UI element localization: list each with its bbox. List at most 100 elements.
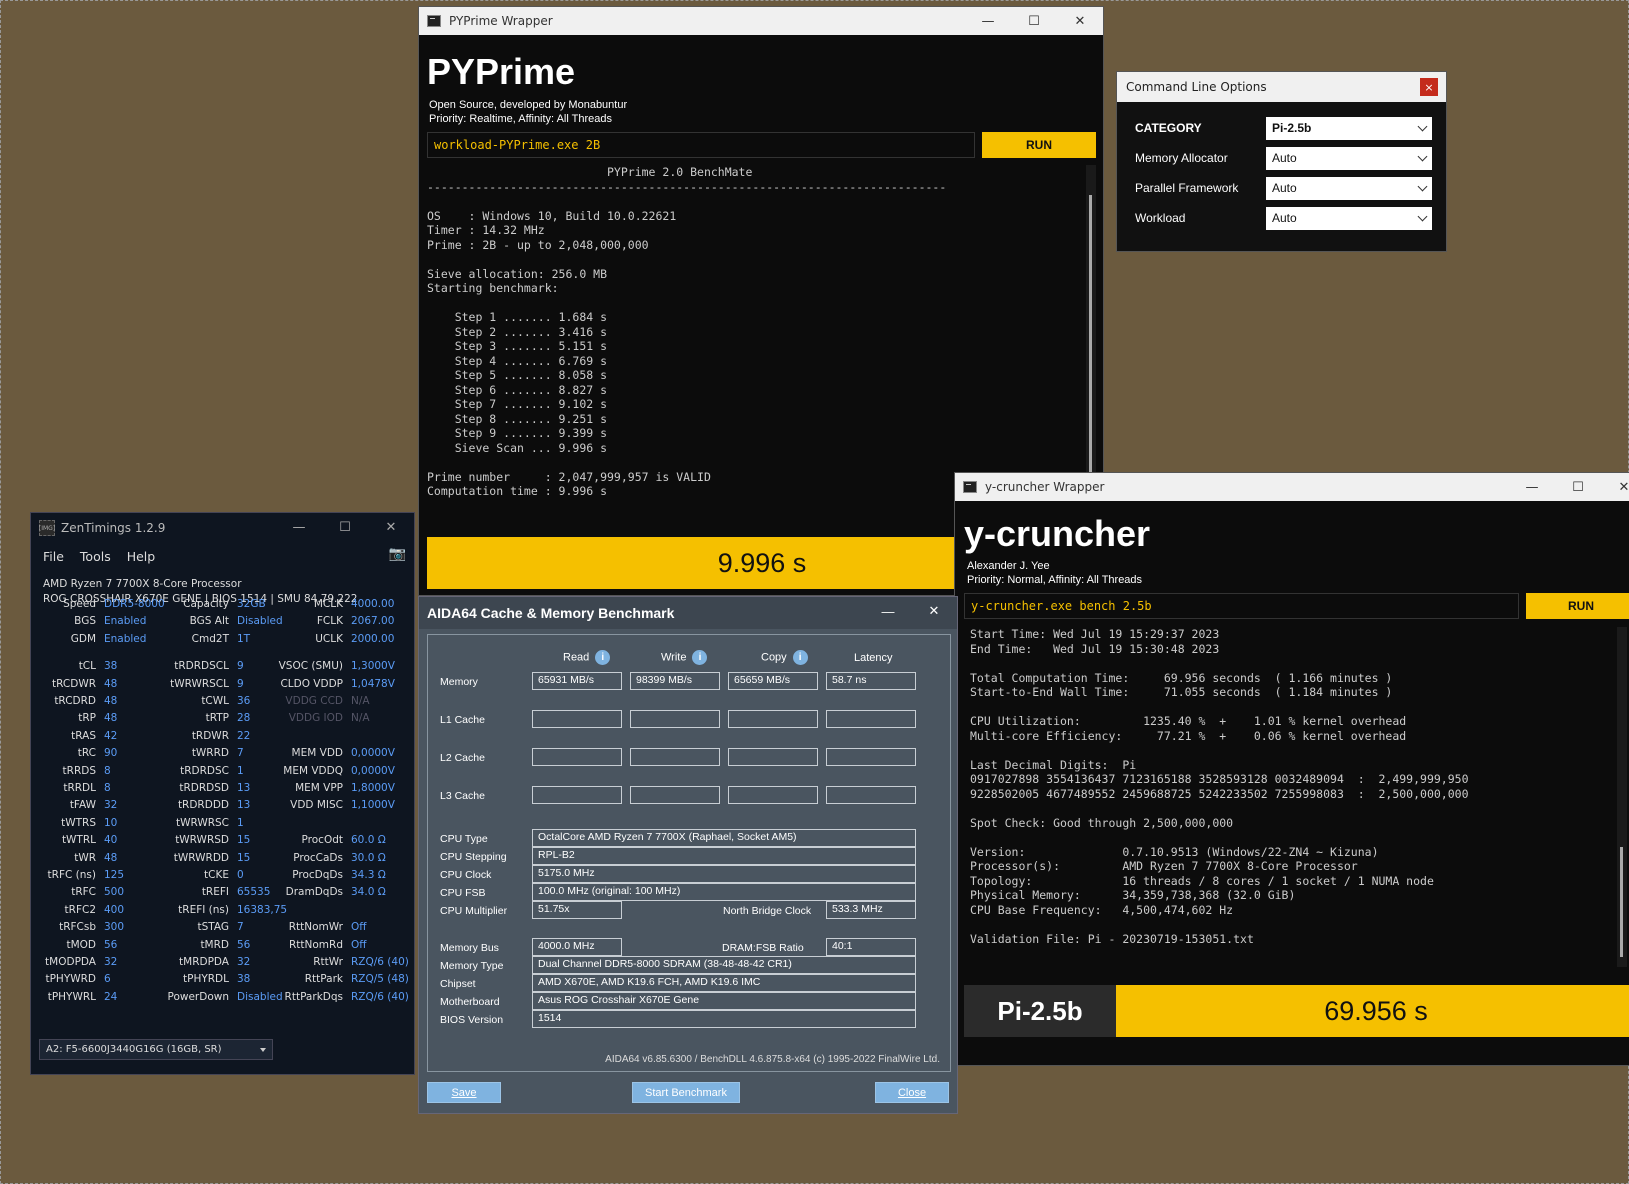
- header-copy: Copy i: [761, 650, 808, 665]
- timing-label: FCLK: [316, 615, 343, 628]
- timing-row: RttWr RZQ/6 (40): [275, 953, 409, 971]
- camera-icon[interactable]: 📷: [389, 546, 406, 562]
- workload-select[interactable]: Auto: [1266, 206, 1432, 230]
- info-icon[interactable]: i: [595, 650, 611, 665]
- timing-label: tWRWRSC: [175, 816, 229, 829]
- options-title: Command Line Options: [1126, 80, 1267, 94]
- timing-row: tWRWRDD 15: [159, 849, 251, 867]
- timing-label: GDM: [70, 632, 96, 645]
- parallel-framework-select[interactable]: Auto: [1266, 176, 1432, 200]
- menu-tools[interactable]: Tools: [80, 549, 111, 564]
- minimize-button[interactable]: —: [865, 597, 911, 625]
- timing-label: tWRWRSD: [175, 834, 229, 847]
- timing-value: 42: [104, 729, 118, 742]
- label-cpu-clock: CPU Clock: [440, 869, 492, 881]
- zentimings-titlebar[interactable]: [IMG] ZenTimings 1.2.9 — ☐ ✕: [31, 513, 414, 543]
- timing-value: 48: [104, 695, 118, 707]
- close-button[interactable]: ✕: [911, 597, 957, 625]
- timing-value: 36: [237, 695, 251, 707]
- memory-allocator-select[interactable]: Auto: [1266, 146, 1432, 170]
- dimm-value: A2: F5-6600J3440G16G (16GB, SR): [46, 1044, 222, 1055]
- category-select[interactable]: Pi-2.5b: [1266, 116, 1432, 140]
- ycruncher-titlebar[interactable]: y-cruncher Wrapper — ☐ ✕: [955, 473, 1629, 501]
- timing-value: Off: [351, 938, 367, 951]
- timing-row: FCLK 2067.00: [275, 612, 395, 630]
- options-titlebar[interactable]: Command Line Options ×: [1117, 72, 1446, 102]
- maximize-button[interactable]: ☐: [1555, 473, 1601, 501]
- timing-row: tWRWRSC 1: [159, 814, 244, 832]
- timing-label: tRRDL: [63, 782, 96, 794]
- value-bios-version: 1514: [532, 1010, 916, 1028]
- menu-bar: File Tools Help: [43, 549, 155, 564]
- timing-value: 8: [104, 764, 111, 777]
- subtitle-priority: Priority: Realtime, Affinity: All Thread…: [429, 113, 612, 125]
- scrollbar[interactable]: [1086, 165, 1096, 525]
- timing-label: Capacity: [183, 598, 229, 610]
- timing-row: tRDRDSD 13: [159, 779, 250, 797]
- timing-row: tRP 48: [39, 709, 117, 727]
- dimm-select[interactable]: A2: F5-6600J3440G16G (16GB, SR): [39, 1039, 273, 1060]
- timing-value: RZQ/6 (40): [351, 990, 409, 1003]
- run-button[interactable]: RUN: [982, 132, 1096, 158]
- aida64-titlebar[interactable]: AIDA64 Cache & Memory Benchmark — ✕: [419, 597, 957, 629]
- close-button[interactable]: ✕: [1057, 7, 1103, 35]
- timing-row: tCL 38: [39, 657, 118, 675]
- option-label: Workload: [1135, 211, 1186, 225]
- minimize-button[interactable]: —: [1509, 473, 1555, 501]
- label-bios-version: BIOS Version: [440, 1014, 504, 1026]
- timing-value: 1,1000V: [351, 799, 395, 812]
- timing-label: MEM VPP: [295, 782, 343, 794]
- timing-row: VSOC (SMU) 1,3000V: [275, 657, 395, 675]
- benchmark-value: [826, 748, 916, 766]
- terminal-line: Step 5 ....... 8.058 s: [427, 368, 608, 382]
- scrollbar[interactable]: [1617, 627, 1627, 967]
- timing-row: tRAS 42: [39, 727, 117, 745]
- close-button[interactable]: ×: [1420, 78, 1438, 96]
- save-button[interactable]: Save: [427, 1082, 501, 1103]
- info-icon[interactable]: i: [792, 650, 808, 665]
- timing-value: DDR5-8000: [104, 598, 165, 610]
- output-terminal: PYPrime 2.0 BenchMate -------------------…: [419, 165, 1085, 525]
- close-button[interactable]: ✕: [368, 513, 414, 541]
- timing-label: VDDG CCD: [285, 695, 343, 707]
- timing-label: DramDqDs: [285, 886, 343, 899]
- minimize-button[interactable]: —: [965, 7, 1011, 35]
- timing-value: 7: [237, 747, 244, 760]
- value-memory-bus: 4000.0 MHz: [532, 938, 622, 956]
- close-button[interactable]: ✕: [1601, 473, 1629, 501]
- timing-label: ProcDqDs: [292, 869, 343, 881]
- menu-file[interactable]: File: [43, 549, 64, 564]
- timing-row: tPHYWRD 6: [39, 970, 110, 988]
- close-button[interactable]: Close: [875, 1082, 949, 1103]
- maximize-button[interactable]: ☐: [322, 513, 368, 541]
- value-cpu-multiplier: 51.75x: [532, 901, 622, 919]
- pyprime-titlebar[interactable]: PYPrime Wrapper — ☐ ✕: [419, 7, 1103, 35]
- start-benchmark-button[interactable]: Start Benchmark: [632, 1082, 740, 1103]
- timing-label: Speed: [63, 598, 96, 610]
- timing-value: 56: [104, 938, 118, 951]
- timing-label: tMRD: [200, 938, 229, 951]
- timing-row: tMRDPDA 32: [159, 953, 250, 971]
- result-category: Pi-2.5b: [964, 985, 1116, 1037]
- command-input[interactable]: y-cruncher.exe bench 2.5b: [964, 593, 1519, 619]
- timing-value: 400: [104, 903, 125, 916]
- minimize-button[interactable]: —: [276, 513, 322, 541]
- timing-row: tPHYWRL 24: [39, 988, 118, 1006]
- timing-row: tREFI (ns) 16383,75: [159, 901, 287, 919]
- terminal-line: Sieve Scan ... 9.996 s: [427, 440, 608, 455]
- maximize-button[interactable]: ☐: [1011, 7, 1057, 35]
- info-icon[interactable]: i: [692, 650, 708, 665]
- command-input[interactable]: workload-PYPrime.exe 2B: [427, 132, 975, 158]
- timing-label: ProcCaDs: [293, 851, 343, 864]
- timing-value: 15: [237, 834, 251, 847]
- run-button[interactable]: RUN: [1526, 593, 1629, 619]
- terminal-line: OS : Windows 10, Build 10.0.22621: [427, 208, 677, 223]
- select-value: Pi-2.5b: [1272, 121, 1312, 135]
- timing-row: tRCDRD 48: [39, 692, 117, 710]
- terminal-line: 9228502005 4677489552 2459688725 5242233…: [970, 786, 1469, 801]
- terminal-icon: [427, 15, 441, 27]
- menu-help[interactable]: Help: [127, 549, 156, 564]
